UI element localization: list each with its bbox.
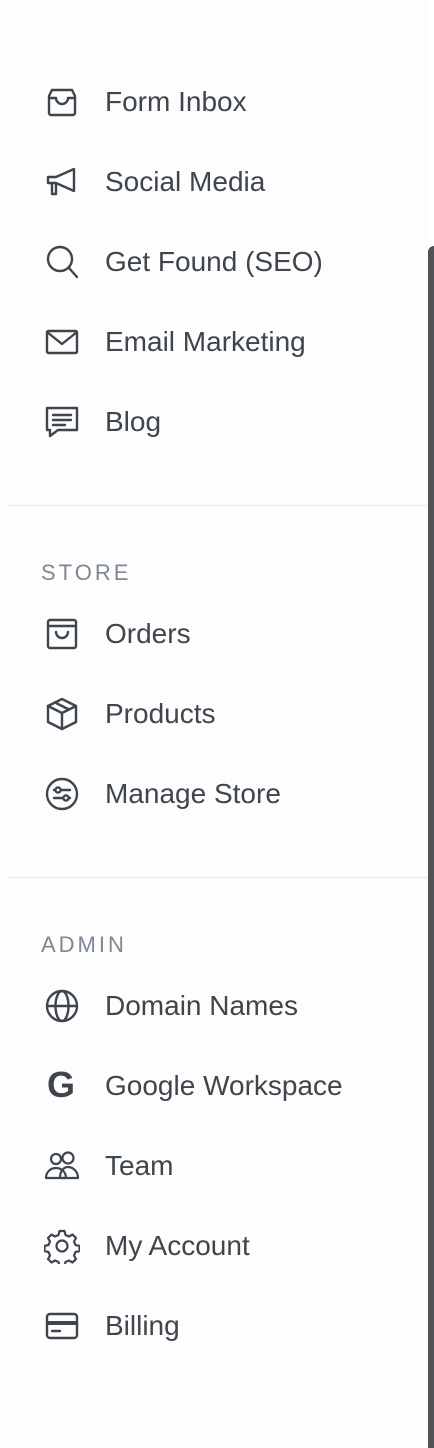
- section-title-store: STORE: [41, 560, 132, 585]
- nav-item-google-workspace[interactable]: G Google Workspace: [0, 1054, 428, 1118]
- credit-card-icon: [44, 1308, 80, 1344]
- divider: [8, 877, 428, 878]
- nav-item-orders[interactable]: Orders: [0, 602, 428, 666]
- nav-label-products: Products: [105, 698, 216, 729]
- divider: [8, 505, 428, 506]
- megaphone-icon: [44, 164, 80, 200]
- nav-item-my-account[interactable]: My Account: [0, 1214, 428, 1278]
- nav-item-domain-names[interactable]: Domain Names: [0, 974, 428, 1038]
- nav-label-seo: Get Found (SEO): [105, 246, 323, 277]
- nav-item-manage-store[interactable]: Manage Store: [0, 762, 428, 826]
- scrollbar[interactable]: [428, 246, 434, 1448]
- nav-label-social-media: Social Media: [105, 166, 266, 197]
- nav-label-blog: Blog: [105, 406, 162, 437]
- nav-item-blog[interactable]: Blog: [0, 390, 428, 454]
- nav-item-email-marketing[interactable]: Email Marketing: [0, 310, 428, 374]
- inbox-icon: [44, 84, 80, 120]
- sliders-circle-icon: [44, 776, 80, 812]
- chat-lines-icon: [44, 404, 80, 440]
- google-icon: G: [47, 1064, 76, 1105]
- envelope-icon: [44, 324, 80, 360]
- shopping-bag-icon: [44, 616, 80, 652]
- section-title-admin: ADMIN: [41, 932, 127, 957]
- box-icon: [44, 696, 80, 732]
- nav-label-email-marketing: Email Marketing: [105, 326, 306, 357]
- globe-icon: [44, 988, 80, 1024]
- nav-label-my-account: My Account: [105, 1230, 250, 1261]
- nav-label-form-inbox: Form Inbox: [105, 86, 247, 117]
- search-icon: [44, 244, 80, 280]
- gear-icon: [44, 1228, 80, 1264]
- nav-label-domain-names: Domain Names: [105, 990, 298, 1021]
- nav-item-seo[interactable]: Get Found (SEO): [0, 230, 428, 294]
- nav-item-products[interactable]: Products: [0, 682, 428, 746]
- nav-label-google-workspace: Google Workspace: [105, 1070, 343, 1101]
- nav-label-team: Team: [105, 1150, 174, 1181]
- nav-item-billing[interactable]: Billing: [0, 1294, 428, 1358]
- nav-label-billing: Billing: [105, 1310, 180, 1341]
- nav-item-social-media[interactable]: Social Media: [0, 150, 428, 214]
- users-icon: [44, 1148, 80, 1184]
- nav-item-team[interactable]: Team: [0, 1134, 428, 1198]
- sidebar: Form Inbox Social Media Get Found (SEO): [0, 0, 428, 1448]
- nav-label-orders: Orders: [105, 618, 191, 649]
- nav-item-form-inbox[interactable]: Form Inbox: [0, 70, 428, 134]
- nav-label-manage-store: Manage Store: [105, 778, 281, 809]
